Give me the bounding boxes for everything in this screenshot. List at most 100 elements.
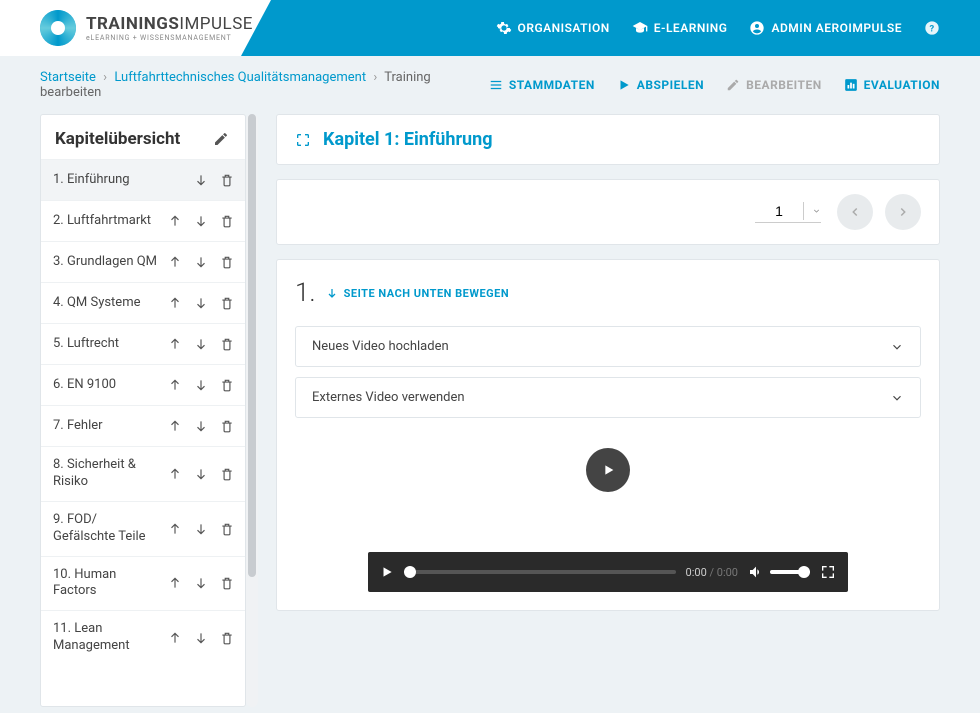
nav-help[interactable]: ? [924,20,940,36]
subheader: Startseite › Luftfahrttechnisches Qualit… [0,56,980,114]
logo[interactable]: TRAININGSIMPULSE eLEARNING + WISSENSMANA… [0,0,271,56]
video-controls-play[interactable] [380,565,394,579]
pager-next-button[interactable] [885,194,921,230]
page-content-panel: 1. SEITE NACH UNTEN BEWEGEN Neues Video … [276,259,940,611]
video-volume-button[interactable] [748,564,764,580]
arrow-down-icon [326,287,338,299]
breadcrumb-home[interactable]: Startseite [40,70,96,85]
gear-icon [496,20,512,36]
svg-text:?: ? [930,23,935,34]
sidebar-scrollbar[interactable] [246,114,258,707]
toolbar-evaluation-label: EVALUATION [864,78,940,92]
toolbar-abspielen[interactable]: ABSPIELEN [617,78,704,92]
chapter-delete[interactable] [217,293,237,313]
chapter-move-down[interactable] [191,211,211,231]
breadcrumb-course[interactable]: Luftfahrttechnisches Qualitätsmanagement [114,70,366,85]
chapter-move-down[interactable] [191,293,211,313]
nav-user[interactable]: ADMIN AEROIMPULSE [749,20,902,36]
expand-icon[interactable] [295,132,311,148]
chapter-delete[interactable] [217,416,237,436]
chapter-delete[interactable] [217,519,237,539]
chapter-move-up[interactable] [165,293,185,313]
chapter-label: 1. Einführung [53,172,165,189]
chapter-item[interactable]: 7. Fehler [41,405,245,446]
chapter-delete[interactable] [217,375,237,395]
accordion-external-video[interactable]: Externes Video verwenden [295,377,921,418]
chapter-label: 3. Grundlagen QM [53,254,165,271]
pencil-icon [726,78,740,92]
page-dropdown[interactable] [803,202,821,220]
chapter-move-up[interactable] [165,252,185,272]
video-play-button[interactable] [586,448,630,492]
chapter-title-panel: Kapitel 1: Einführung [276,114,940,165]
chapter-move-up[interactable] [165,416,185,436]
nav-elearning[interactable]: E-LEARNING [632,20,728,36]
chapter-item[interactable]: 8. Sicherheit & Risiko [41,446,245,501]
video-time: 0:00 / 0:00 [686,566,738,579]
chapter-move-up[interactable] [165,464,185,484]
accordion-external-video-label: Externes Video verwenden [312,390,465,405]
pager-prev-button[interactable] [837,194,873,230]
chapter-item[interactable]: 6. EN 9100 [41,364,245,405]
video-volume-slider[interactable] [770,570,810,574]
video-fullscreen-button[interactable] [820,564,836,580]
video-volume-handle[interactable] [798,566,810,578]
play-icon [380,565,394,579]
chapter-move-down[interactable] [191,628,211,648]
video-progress-bar[interactable] [404,570,676,574]
scrollbar-thumb[interactable] [248,114,256,577]
toolbar-bearbeiten[interactable]: BEARBEITEN [726,78,822,92]
chapter-title: Kapitel 1: Einführung [323,129,493,150]
edit-chapters-button[interactable] [211,129,231,149]
nav-organisation[interactable]: ORGANISATION [496,20,610,36]
chapter-item[interactable]: 9. FOD/ Gefälschte Teile [41,501,245,556]
chapter-item[interactable]: 2. Luftfahrtmarkt [41,200,245,241]
chapter-delete[interactable] [217,573,237,593]
toolbar-stammdaten[interactable]: STAMMDATEN [489,78,595,92]
chapter-move-down[interactable] [191,464,211,484]
logo-icon [40,10,76,46]
nav-user-label: ADMIN AEROIMPULSE [771,21,902,35]
chapter-move-down[interactable] [191,252,211,272]
fullscreen-icon [820,564,836,580]
chapter-label: 4. QM Systeme [53,295,165,312]
chapter-move-up[interactable] [165,628,185,648]
chapter-move-down[interactable] [191,334,211,354]
chapter-item[interactable]: 5. Luftrecht [41,323,245,364]
chevron-down-icon [890,391,904,405]
chapter-move-down[interactable] [191,573,211,593]
chapter-item[interactable]: 4. QM Systeme [41,282,245,323]
chapter-delete[interactable] [217,464,237,484]
chapter-delete[interactable] [217,211,237,231]
logo-text: TRAININGSIMPULSE [86,14,253,34]
chapter-delete[interactable] [217,252,237,272]
video-progress-handle[interactable] [404,566,416,578]
chapter-item[interactable]: 10. Human Factors [41,556,245,611]
user-circle-icon [749,20,765,36]
chapter-move-down[interactable] [191,416,211,436]
accordion-upload-video[interactable]: Neues Video hochladen [295,326,921,367]
chapter-item[interactable]: 3. Grundlagen QM [41,241,245,282]
chapter-label: 9. FOD/ Gefälschte Teile [53,512,165,546]
chapter-move-up[interactable] [165,334,185,354]
chapter-move-up[interactable] [165,211,185,231]
chapter-move-up[interactable] [165,519,185,539]
chapter-delete[interactable] [217,334,237,354]
page-number-input[interactable] [755,203,803,219]
chapter-move-down[interactable] [191,519,211,539]
toolbar-evaluation[interactable]: EVALUATION [844,78,940,92]
header-nav: ORGANISATION E-LEARNING ADMIN AEROIMPULS… [271,0,980,56]
chapter-move-up[interactable] [165,375,185,395]
chapter-move-up[interactable] [165,573,185,593]
chapter-delete[interactable] [217,170,237,190]
move-page-down-button[interactable]: SEITE NACH UNTEN BEWEGEN [326,287,509,300]
pager-panel [276,179,940,245]
chapter-move-down[interactable] [191,170,211,190]
chapter-move-down[interactable] [191,375,211,395]
chapter-item[interactable]: 1. Einführung [41,159,245,200]
chapter-label: 5. Luftrecht [53,336,165,353]
chapter-item[interactable]: 11. Lean Management [41,610,245,665]
chevron-down-icon [890,340,904,354]
chapter-delete[interactable] [217,628,237,648]
chapter-label: 6. EN 9100 [53,377,165,394]
